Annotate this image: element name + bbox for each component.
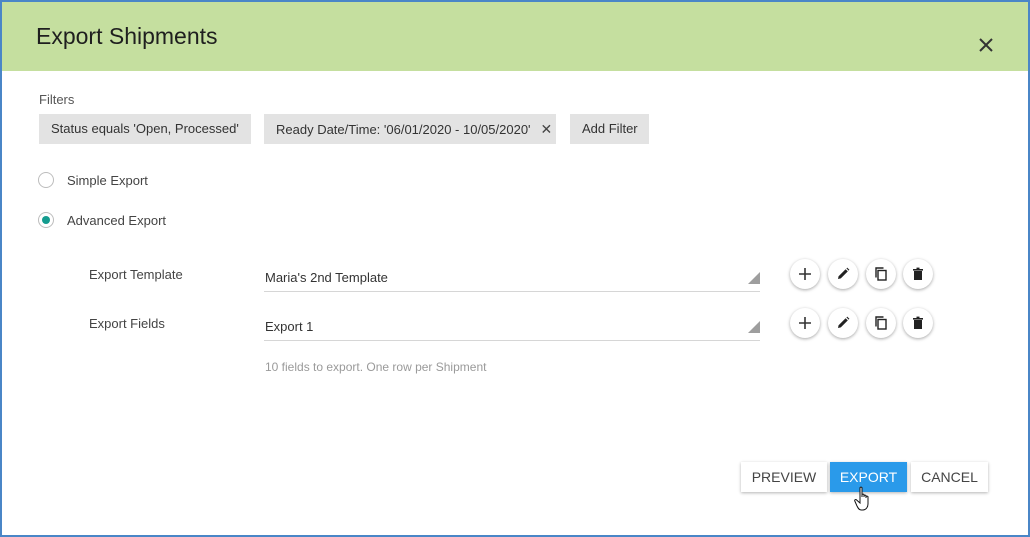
plus-icon (799, 268, 811, 280)
dialog-header: Export Shipments (2, 2, 1028, 71)
plus-icon (799, 317, 811, 329)
radio-simple-export-label: Simple Export (67, 172, 148, 188)
export-fields-value: Export 1 (265, 319, 314, 334)
add-template-button[interactable] (790, 259, 820, 289)
dropdown-caret-icon (748, 321, 760, 333)
export-template-value: Maria's 2nd Template (265, 270, 388, 285)
copy-template-button[interactable] (866, 259, 896, 289)
radio-simple-export[interactable]: Simple Export (38, 170, 148, 190)
export-fields-select[interactable]: Export 1 (264, 313, 760, 341)
radio-advanced-export-circle[interactable] (38, 212, 54, 228)
radio-simple-export-circle[interactable] (38, 172, 54, 188)
remove-filter-icon[interactable]: ✕ (541, 121, 553, 137)
delete-fields-button[interactable] (903, 308, 933, 338)
edit-template-button[interactable] (828, 259, 858, 289)
copy-icon (875, 267, 887, 281)
preview-button[interactable]: PREVIEW (741, 462, 827, 492)
export-template-select[interactable]: Maria's 2nd Template (264, 264, 760, 292)
filter-chip-status[interactable]: Status equals 'Open, Processed' (39, 114, 251, 144)
add-filter-label: Add Filter (582, 121, 638, 136)
export-shipments-dialog: Export Shipments Filters Status equals '… (0, 0, 1030, 537)
close-icon[interactable] (976, 35, 996, 55)
edit-fields-button[interactable] (828, 308, 858, 338)
filter-chip-ready-date-text: Ready Date/Time: '06/01/2020 - 10/05/202… (276, 122, 531, 137)
filter-chip-ready-date[interactable]: Ready Date/Time: '06/01/2020 - 10/05/202… (264, 114, 556, 144)
add-fields-button[interactable] (790, 308, 820, 338)
radio-advanced-export-label: Advanced Export (67, 212, 167, 228)
pencil-icon (838, 267, 850, 279)
cancel-button[interactable]: CANCEL (911, 462, 988, 492)
export-fields-label: Export Fields (89, 316, 165, 331)
export-template-label: Export Template (89, 267, 183, 282)
dialog-title: Export Shipments (36, 23, 218, 49)
radio-advanced-export[interactable]: Advanced Export (38, 210, 166, 230)
pencil-icon (838, 316, 850, 328)
trash-icon (913, 267, 923, 280)
trash-icon (913, 316, 923, 329)
filters-label: Filters (39, 92, 75, 107)
filter-chip-status-text: Status equals 'Open, Processed' (51, 121, 239, 136)
hand-cursor-icon (854, 486, 869, 511)
dropdown-caret-icon (748, 272, 760, 284)
copy-icon (875, 316, 887, 330)
add-filter-button[interactable]: Add Filter (570, 114, 649, 144)
export-fields-hint: 10 fields to export. One row per Shipmen… (265, 360, 487, 374)
delete-template-button[interactable] (903, 259, 933, 289)
copy-fields-button[interactable] (866, 308, 896, 338)
